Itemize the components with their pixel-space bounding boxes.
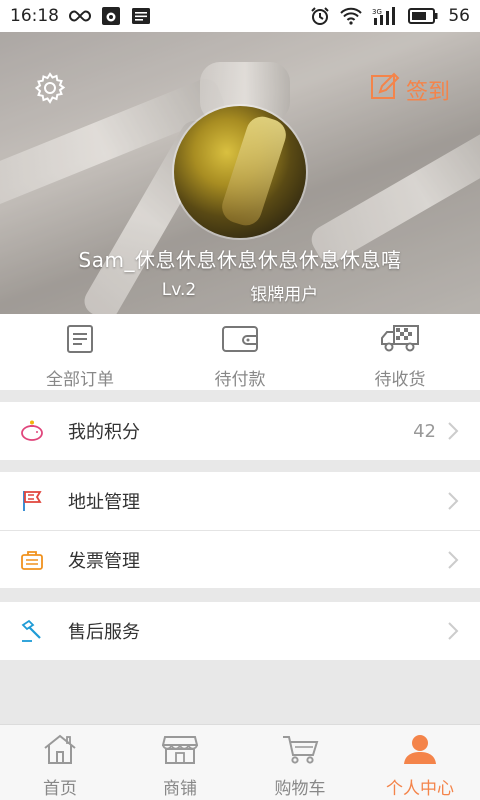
home-icon (42, 733, 78, 770)
after-sales-row[interactable]: 售后服务 (0, 602, 480, 660)
checkin-label: 签到 (405, 80, 450, 105)
svg-text:3G: 3G (372, 8, 382, 16)
profile-header: 签到 Sam_休息休息休息休息休息休息嘻 Lv.2 银牌用户 (0, 32, 480, 314)
username: Sam_休息休息休息休息休息休息嘻 (78, 248, 402, 272)
pending-delivery-button[interactable]: 待收货 (320, 314, 480, 390)
user-level: Lv.2 (161, 280, 197, 300)
invoice-management-row[interactable]: 发票管理 (0, 530, 480, 588)
pending-delivery-label: 待收货 (374, 370, 426, 390)
my-points-row[interactable]: 我的积分 42 (0, 402, 480, 460)
user-icon (402, 733, 438, 770)
address-management-row[interactable]: 地址管理 (0, 472, 480, 530)
all-orders-label: 全部订单 (46, 370, 114, 390)
chevron-right-icon (446, 421, 460, 441)
address-management-label: 地址管理 (68, 492, 140, 513)
settings-button[interactable] (32, 72, 68, 108)
hammer-icon (20, 619, 44, 643)
flag-icon (20, 489, 44, 513)
pending-payment-button[interactable]: 待付款 (160, 314, 320, 390)
avatar[interactable] (174, 106, 306, 238)
points-value: 42 (413, 420, 436, 442)
status-bar: 16:18 3G 56 (0, 0, 480, 32)
nav-store-label: 商铺 (163, 779, 197, 799)
signal-icon: 3G (372, 6, 398, 26)
bug-icon (101, 6, 121, 26)
bottom-navigation: 首页 商铺 购物车 个人中心 (0, 724, 480, 800)
after-sales-label: 售后服务 (68, 622, 140, 643)
cart-icon (281, 733, 319, 770)
all-orders-button[interactable]: 全部订单 (0, 314, 160, 390)
nav-profile-label: 个人中心 (386, 779, 454, 799)
level-row: Lv.2 银牌用户 (0, 280, 480, 305)
nav-home-label: 首页 (43, 779, 77, 799)
chevron-right-icon (446, 621, 460, 641)
store-icon (161, 733, 199, 770)
notification-icon (131, 7, 151, 25)
alarm-icon (310, 6, 330, 26)
member-type: 银牌用户 (250, 285, 319, 305)
chevron-right-icon (446, 550, 460, 570)
nav-cart[interactable]: 购物车 (240, 725, 360, 800)
nav-home[interactable]: 首页 (0, 725, 120, 800)
service-group: 售后服务 (0, 602, 480, 660)
infinity-icon (69, 9, 91, 23)
pending-payment-label: 待付款 (214, 370, 266, 390)
chevron-right-icon (446, 491, 460, 511)
document-icon (66, 324, 94, 359)
truck-icon (380, 324, 420, 359)
invoice-management-label: 发票管理 (68, 550, 140, 572)
checkin-button[interactable]: 签到 (370, 72, 450, 108)
gear-icon (33, 71, 67, 109)
nav-profile[interactable]: 个人中心 (360, 725, 480, 800)
status-time: 16:18 (10, 6, 59, 26)
battery-icon (408, 8, 438, 24)
briefcase-icon (20, 548, 44, 572)
my-points-label: 我的积分 (68, 422, 140, 443)
wallet-icon (221, 324, 259, 359)
edit-icon (370, 72, 400, 108)
battery-percent: 56 (448, 6, 470, 26)
nav-cart-label: 购物车 (274, 779, 326, 799)
wifi-icon (340, 7, 363, 25)
points-group: 我的积分 42 (0, 402, 480, 460)
piggy-bank-icon (20, 419, 44, 443)
management-group: 地址管理 发票管理 (0, 472, 480, 588)
order-shortcuts: 全部订单 待付款 待收货 (0, 314, 480, 390)
nav-store[interactable]: 商铺 (120, 725, 240, 800)
